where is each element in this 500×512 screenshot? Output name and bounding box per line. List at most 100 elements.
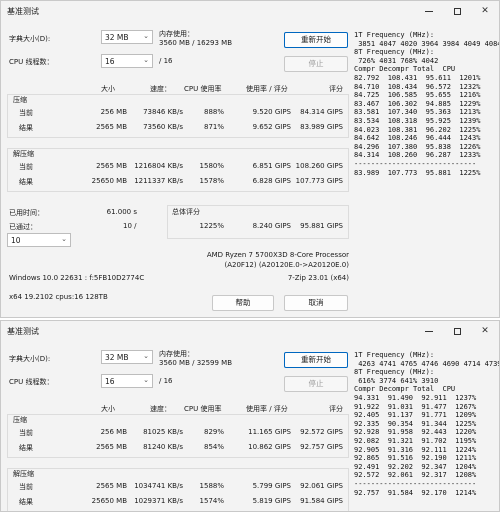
row-rating: 91.584 GIPS xyxy=(300,497,343,505)
benchmark-window-1: 基准测试 ✕ 字典大小(D): 32 MB ⌄ 内存使用： 3560 MB / … xyxy=(0,0,500,318)
title-bar[interactable]: 基准测试 ✕ xyxy=(1,1,499,21)
cpu-threads-value: 16 xyxy=(105,377,115,386)
frequency-log: 1T Frequency (MHz): 3851 4047 4020 3964 … xyxy=(354,31,499,177)
row-speed: 1034741 KB/s xyxy=(134,482,183,490)
log-line: 616% 3774 641% 3910 xyxy=(354,376,439,385)
maximize-button[interactable] xyxy=(443,321,471,341)
decompress-group xyxy=(7,148,349,192)
row-cpu: 871% xyxy=(203,123,224,131)
minimize-icon xyxy=(425,330,433,332)
header-speed: 速度： xyxy=(150,405,171,413)
log-line: 94.331 91.490 92.911 1237% xyxy=(354,393,477,402)
cpu-threads-select[interactable]: 16 ⌄ xyxy=(101,54,153,68)
maximize-button[interactable] xyxy=(443,1,471,21)
row-cpu: 1580% xyxy=(199,162,224,170)
row-speed: 1211337 KB/s xyxy=(134,177,183,185)
header-cpu-usage: CPU 使用率 xyxy=(184,85,222,93)
log-line: 82.792 108.431 95.611 1201% xyxy=(354,73,481,82)
row-rating: 92.061 GIPS xyxy=(300,482,343,490)
row-label: 当前 xyxy=(19,109,33,117)
dict-size-label: 字典大小(D): xyxy=(9,35,51,43)
decompress-title: 解压缩 xyxy=(13,470,34,478)
maximize-icon xyxy=(453,327,461,335)
row-rating: 83.989 GIPS xyxy=(300,123,343,131)
stop-button[interactable]: 停止 xyxy=(284,376,348,392)
chevron-down-icon: ⌄ xyxy=(61,235,67,243)
passes-select[interactable]: 10 ⌄ xyxy=(7,233,71,247)
window-title: 基准测试 xyxy=(7,7,39,16)
stop-button[interactable]: 停止 xyxy=(284,56,348,72)
log-line: Compr Decompr Total CPU xyxy=(354,65,456,74)
window-title: 基准测试 xyxy=(7,327,39,336)
log-line: 84.642 108.246 96.444 1243% xyxy=(354,134,481,143)
row-label: 结果 xyxy=(19,178,33,186)
title-bar[interactable]: 基准测试 ✕ xyxy=(1,321,499,341)
help-button[interactable]: 帮助 xyxy=(212,295,274,311)
dict-size-label: 字典大小(D): xyxy=(9,355,51,363)
row-label: 结果 xyxy=(19,444,33,452)
cpu-threads-total: / 16 xyxy=(159,57,173,65)
chevron-down-icon: ⌄ xyxy=(143,56,149,64)
row-label: 当前 xyxy=(19,483,33,491)
close-button[interactable]: ✕ xyxy=(471,321,499,341)
minimize-button[interactable] xyxy=(415,321,443,341)
header-rating: 评分 xyxy=(329,405,343,413)
log-line: 92.491 92.202 92.347 1204% xyxy=(354,462,477,471)
row-label: 当前 xyxy=(19,163,33,171)
log-line: 83.581 107.340 95.363 1213% xyxy=(354,108,481,117)
log-line: 84.296 107.380 95.838 1226% xyxy=(354,142,481,151)
memory-usage-label: 内存使用： xyxy=(159,30,194,38)
row-size: 256 MB xyxy=(100,108,127,116)
row-speed: 81025 KB/s xyxy=(143,428,183,436)
memory-usage-value: 3560 MB / 16293 MB xyxy=(159,39,233,47)
passes-select-value: 10 xyxy=(11,236,21,245)
row-usage-rating: 9.652 GIPS xyxy=(252,123,291,131)
cancel-button[interactable]: 取消 xyxy=(284,295,348,311)
log-line: 84.314 108.260 96.287 1233% xyxy=(354,151,481,160)
row-usage-rating: 5.799 GIPS xyxy=(252,482,291,490)
row-size: 2565 MB xyxy=(96,443,127,451)
cpu-id: (A20F12) (A20120E.0->A20120E.0) xyxy=(224,261,350,269)
row-cpu: 829% xyxy=(203,428,224,436)
row-size: 25650 MB xyxy=(91,177,127,185)
dict-size-select[interactable]: 32 MB ⌄ xyxy=(101,30,153,44)
close-icon: ✕ xyxy=(481,326,489,336)
zip-version: 7-Zip 23.01 (x64) xyxy=(287,274,349,282)
row-cpu: 1578% xyxy=(199,177,224,185)
log-line: 84.710 108.434 96.572 1232% xyxy=(354,82,481,91)
cpu-threads-select[interactable]: 16 ⌄ xyxy=(101,374,153,388)
row-speed: 73846 KB/s xyxy=(143,108,183,116)
total-usage-rating: 8.240 GIPS xyxy=(252,222,291,230)
compress-group xyxy=(7,94,349,138)
restart-button[interactable]: 重新开始 xyxy=(284,352,348,368)
dict-size-value: 32 MB xyxy=(105,353,129,362)
elapsed-label: 已用时间： xyxy=(9,209,44,217)
row-cpu: 1574% xyxy=(199,497,224,505)
dict-size-select[interactable]: 32 MB ⌄ xyxy=(101,350,153,364)
total-rating-title: 总体评分 xyxy=(172,208,200,216)
header-rating: 评分 xyxy=(329,85,343,93)
row-cpu: 1588% xyxy=(199,482,224,490)
log-line: 1T Frequency (MHz): xyxy=(354,351,435,359)
elapsed-value: 61.000 s xyxy=(106,208,137,216)
log-line: 84.023 108.381 96.202 1225% xyxy=(354,125,481,134)
minimize-button[interactable] xyxy=(415,1,443,21)
cpu-threads-label: CPU 线程数： xyxy=(9,378,54,386)
log-line: 92.335 90.354 91.344 1225% xyxy=(354,419,477,428)
row-size: 2565 MB xyxy=(96,162,127,170)
row-cpu: 888% xyxy=(203,108,224,116)
row-rating: 92.757 GIPS xyxy=(300,443,343,451)
log-line: 8T Frequency (MHz): xyxy=(354,368,435,377)
close-button[interactable]: ✕ xyxy=(471,1,499,21)
row-label: 当前 xyxy=(19,429,33,437)
restart-button[interactable]: 重新开始 xyxy=(284,32,348,48)
row-rating: 84.314 GIPS xyxy=(300,108,343,116)
total-rating: 95.881 GIPS xyxy=(300,222,343,230)
cpu-info: x64 19.2102 cpus:16 128TB xyxy=(9,293,108,301)
total-cpu: 1225% xyxy=(199,222,224,230)
row-usage-rating: 9.520 GIPS xyxy=(252,108,291,116)
row-size: 25650 MB xyxy=(91,497,127,505)
row-speed: 1029371 KB/s xyxy=(134,497,183,505)
row-rating: 92.572 GIPS xyxy=(300,428,343,436)
log-line: 84.725 106.585 95.655 1216% xyxy=(354,91,481,100)
